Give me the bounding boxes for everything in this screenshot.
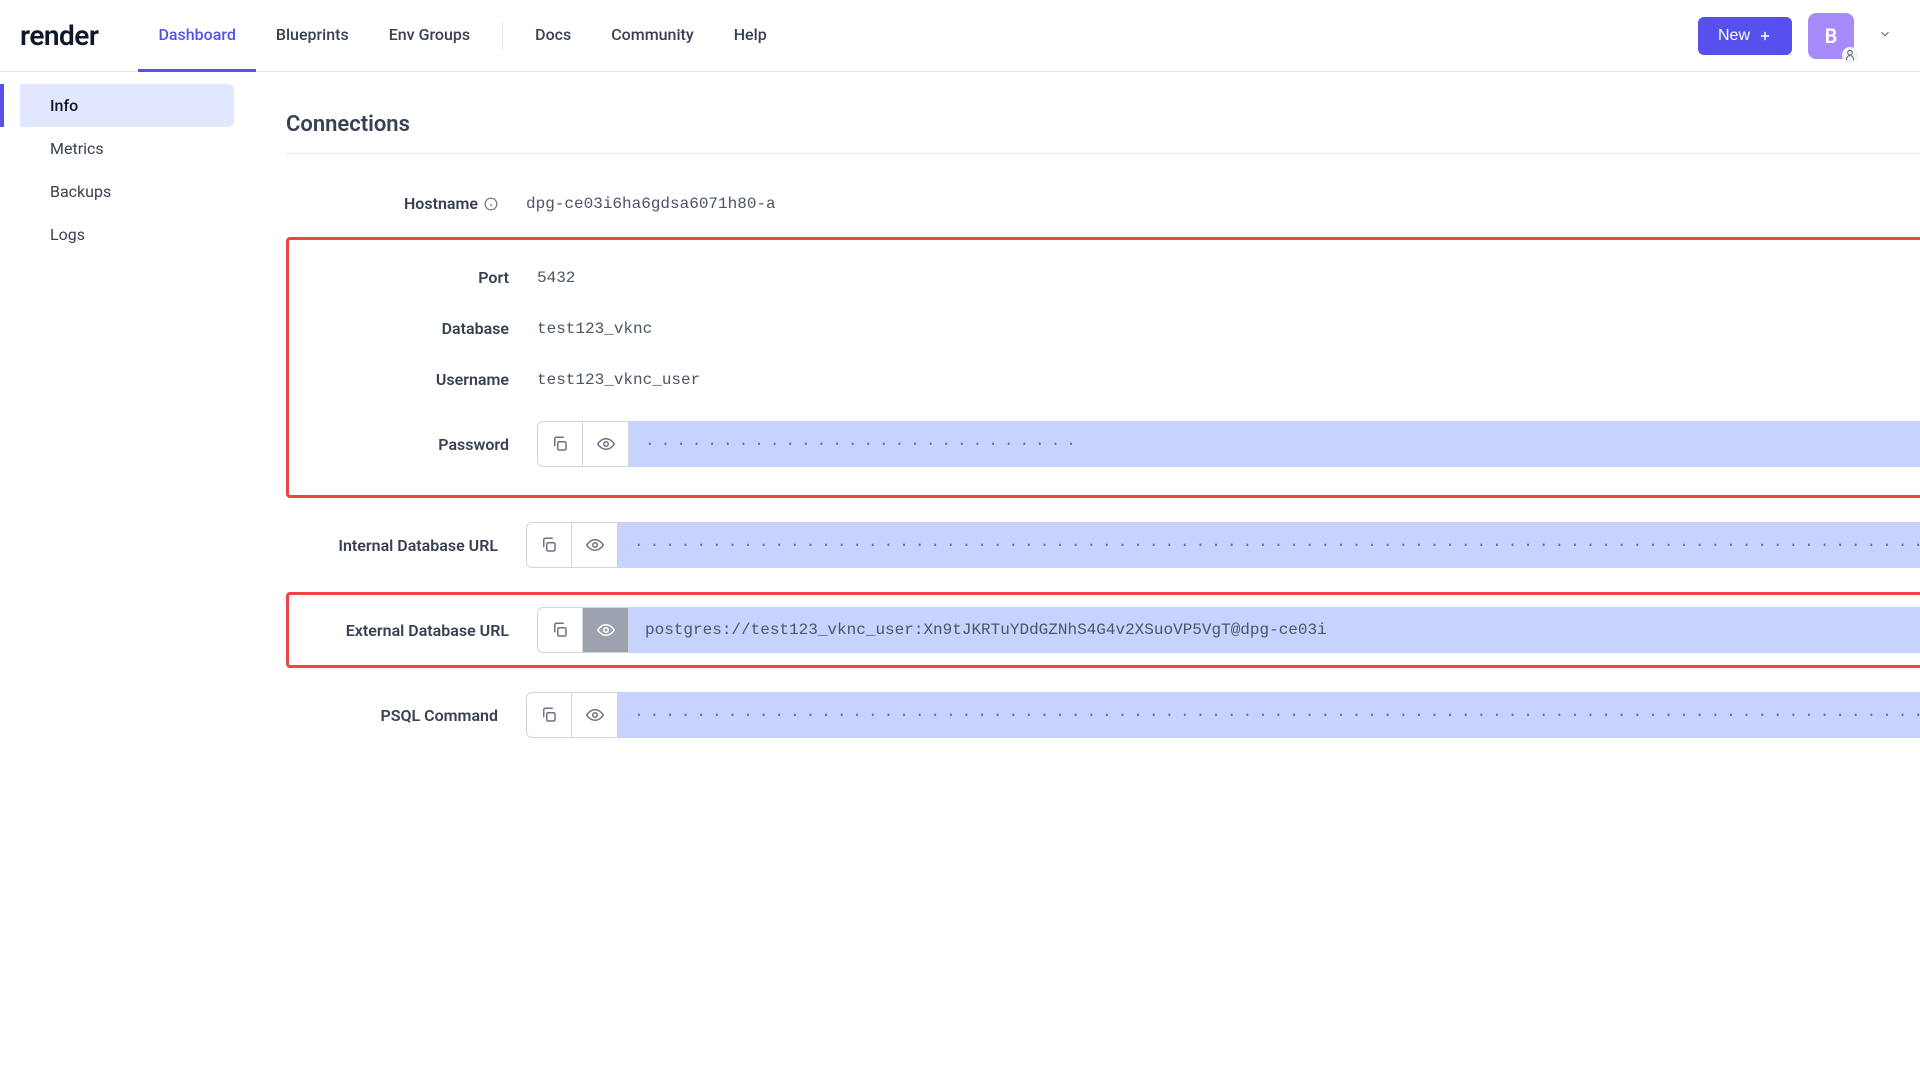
page-title: Connections — [286, 112, 1920, 137]
row-psql: PSQL Command ···························… — [286, 676, 1920, 754]
label-hostname: Hostname — [286, 194, 506, 213]
eye-icon — [586, 706, 604, 724]
password-masked: ···························· — [645, 435, 1082, 453]
internal-url-masked: ········································… — [634, 536, 1920, 554]
primary-nav: Dashboard Blueprints Env Groups Docs Com… — [138, 0, 786, 72]
copy-icon — [540, 706, 558, 724]
highlight-external-url: External Database URL postgres://test123… — [286, 592, 1920, 668]
copy-icon — [540, 536, 558, 554]
row-port: Port 5432 — [297, 252, 1920, 303]
divider — [286, 153, 1920, 154]
nav-docs[interactable]: Docs — [515, 0, 591, 72]
external-url-controls: postgres://test123_vknc_user:Xn9tJKRTuYD… — [537, 607, 1920, 653]
password-field: ···························· — [629, 421, 1920, 467]
chevron-down-icon — [1878, 27, 1892, 41]
value-database: test123_vknc — [517, 320, 652, 338]
row-username: Username test123_vknc_user — [297, 354, 1920, 405]
sidebar-item-info[interactable]: Info — [20, 84, 234, 127]
label-hostname-text: Hostname — [404, 194, 478, 213]
password-controls: ···························· — [537, 421, 1920, 467]
avatar-badge — [1842, 47, 1858, 63]
account-dropdown[interactable] — [1870, 27, 1900, 45]
eye-icon — [597, 435, 615, 453]
row-internal-url: Internal Database URL ··················… — [286, 506, 1920, 584]
sidebar-item-backups[interactable]: Backups — [20, 170, 234, 213]
external-url-value: postgres://test123_vknc_user:Xn9tJKRTuYD… — [645, 621, 1327, 639]
psql-masked: ········································… — [634, 706, 1920, 724]
copy-internal-url-button[interactable] — [526, 522, 572, 568]
nav-dashboard[interactable]: Dashboard — [138, 0, 255, 72]
label-username: Username — [297, 370, 517, 389]
psql-controls: ········································… — [526, 692, 1920, 738]
label-port: Port — [297, 268, 517, 287]
nav-divider — [502, 22, 503, 50]
label-password: Password — [297, 435, 517, 454]
label-internal-url: Internal Database URL — [286, 536, 506, 555]
value-username: test123_vknc_user — [517, 371, 700, 389]
row-external-url: External Database URL postgres://test123… — [297, 601, 1920, 659]
header-left: render Dashboard Blueprints Env Groups D… — [20, 0, 787, 72]
plus-icon — [1758, 29, 1772, 43]
eye-icon — [597, 621, 615, 639]
layout: Info Metrics Backups Logs Connections Ho… — [0, 72, 1920, 794]
copy-password-button[interactable] — [537, 421, 583, 467]
main-content: Connections Hostname dpg-ce03i6ha6gdsa60… — [250, 72, 1920, 794]
new-button[interactable]: New — [1698, 17, 1792, 55]
sidebar: Info Metrics Backups Logs — [0, 72, 250, 794]
row-hostname: Hostname dpg-ce03i6ha6gdsa6071h80-a — [286, 178, 1920, 229]
avatar[interactable]: B — [1808, 13, 1854, 59]
new-button-label: New — [1718, 27, 1750, 45]
info-icon[interactable] — [484, 197, 498, 211]
reveal-psql-button[interactable] — [572, 692, 618, 738]
row-password: Password ···························· — [297, 405, 1920, 483]
label-external-url: External Database URL — [297, 621, 517, 640]
nav-env-groups[interactable]: Env Groups — [369, 0, 490, 72]
row-database: Database test123_vknc — [297, 303, 1920, 354]
internal-url-field: ········································… — [618, 522, 1920, 568]
top-header: render Dashboard Blueprints Env Groups D… — [0, 0, 1920, 72]
copy-external-url-button[interactable] — [537, 607, 583, 653]
reveal-external-url-button[interactable] — [583, 607, 629, 653]
nav-community[interactable]: Community — [591, 0, 713, 72]
user-icon — [1843, 48, 1857, 62]
value-hostname: dpg-ce03i6ha6gdsa6071h80-a — [506, 195, 776, 213]
value-port: 5432 — [517, 269, 575, 287]
internal-url-controls: ········································… — [526, 522, 1920, 568]
highlight-credentials: Port 5432 Database test123_vknc Username… — [286, 237, 1920, 498]
label-psql: PSQL Command — [286, 706, 506, 725]
copy-icon — [551, 621, 569, 639]
copy-psql-button[interactable] — [526, 692, 572, 738]
reveal-password-button[interactable] — [583, 421, 629, 467]
external-url-field: postgres://test123_vknc_user:Xn9tJKRTuYD… — [629, 607, 1920, 653]
label-database: Database — [297, 319, 517, 338]
header-right: New B — [1698, 13, 1900, 59]
sidebar-item-logs[interactable]: Logs — [20, 213, 234, 256]
eye-icon — [586, 536, 604, 554]
reveal-internal-url-button[interactable] — [572, 522, 618, 568]
psql-field: ········································… — [618, 692, 1920, 738]
nav-blueprints[interactable]: Blueprints — [256, 0, 369, 72]
nav-help[interactable]: Help — [714, 0, 787, 72]
sidebar-item-metrics[interactable]: Metrics — [20, 127, 234, 170]
brand-logo[interactable]: render — [20, 19, 98, 52]
avatar-letter: B — [1825, 24, 1838, 48]
copy-icon — [551, 435, 569, 453]
